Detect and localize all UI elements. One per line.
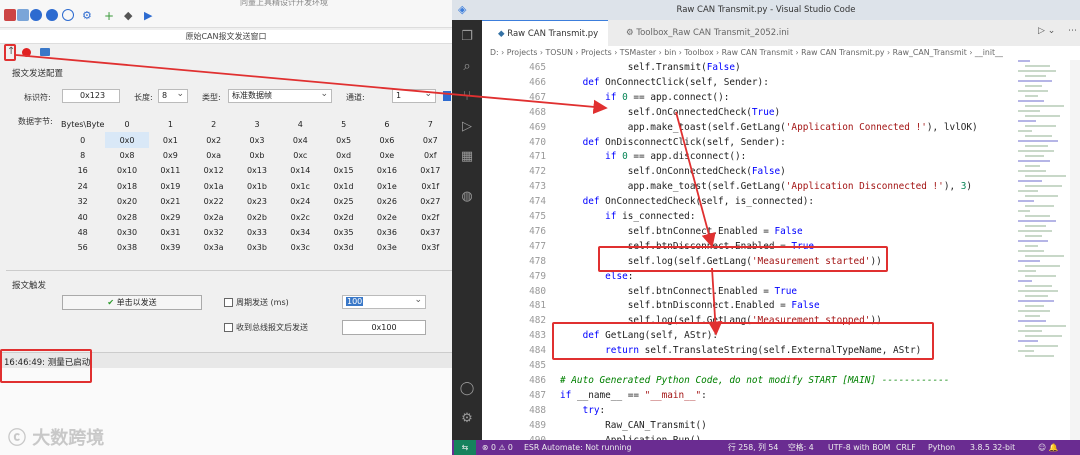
arrow-to-getlang [708,267,723,336]
arrow-to-connect [15,54,608,115]
annotation-arrows [15,54,723,336]
arrow-to-log [675,111,716,248]
